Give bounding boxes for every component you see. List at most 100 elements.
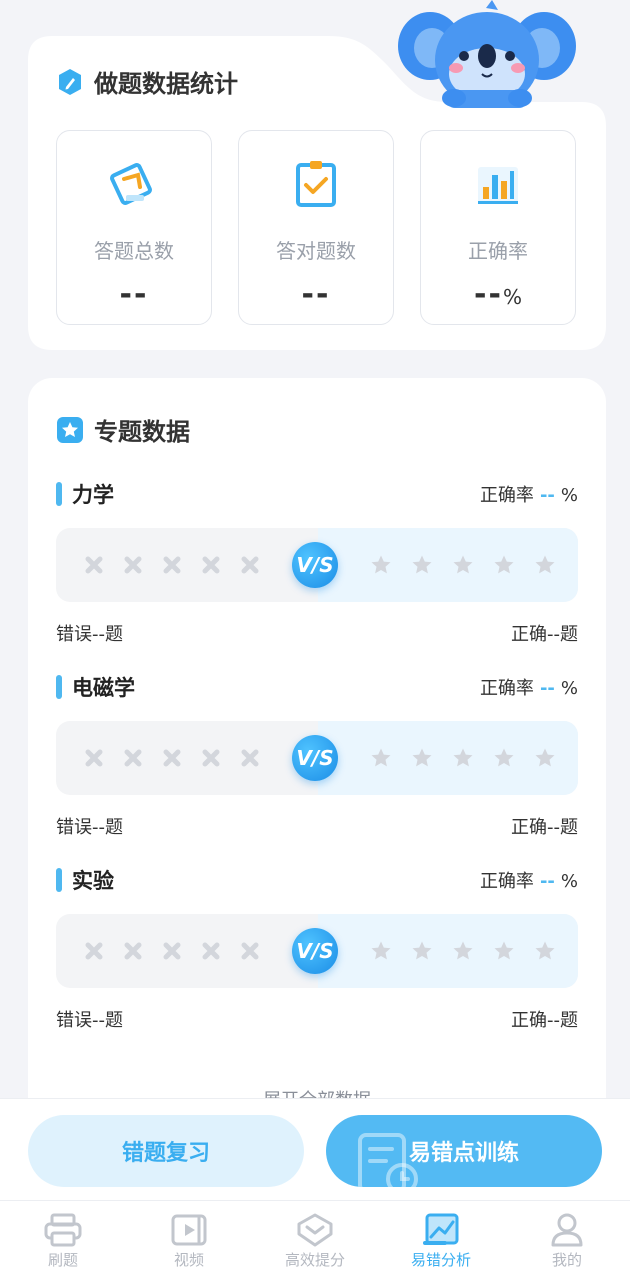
nav-item-error-analysis[interactable]: 易错分析	[378, 1201, 504, 1280]
star-icon	[453, 748, 473, 767]
bar-chart-icon	[478, 167, 518, 204]
nav-item-practice[interactable]: 刷题	[0, 1201, 126, 1280]
nav-label: 我的	[551, 1251, 582, 1269]
error-prone-training-label: 易错点训练	[408, 1141, 519, 1166]
star-icon	[494, 748, 514, 767]
cross-icon	[124, 942, 142, 960]
star-icon	[371, 748, 391, 767]
nav-item-video[interactable]: 视频	[126, 1201, 252, 1280]
topic-item[interactable]: 电磁学 正确率 --% V/S 错误--题 正确--题	[56, 671, 578, 839]
stat-label: 答对题数	[276, 239, 356, 263]
star-icon	[535, 748, 555, 767]
topic-item[interactable]: 力学 正确率 --% V/S 错误--题 正确--题	[56, 478, 578, 646]
error-prone-training-button[interactable]: 易错点训练	[326, 1115, 602, 1187]
cross-icon	[241, 556, 259, 574]
star-icon	[412, 941, 432, 960]
stat-total-answered[interactable]: 答题总数 --	[56, 130, 212, 325]
cross-icon	[241, 942, 259, 960]
topic-name: 电磁学	[56, 672, 135, 702]
wrong-marks	[84, 528, 260, 602]
topic-name-text: 力学	[72, 483, 114, 507]
nav-label: 高效提分	[284, 1251, 345, 1269]
video-icon	[171, 1214, 207, 1246]
chart-icon	[423, 1213, 459, 1245]
nav-label: 视频	[173, 1251, 204, 1269]
topic-accuracy: 正确率 --%	[479, 678, 578, 699]
star-icon	[371, 941, 391, 960]
topic-vs-track: V/S	[56, 721, 578, 795]
topic-foot: 错误--题 正确--题	[56, 813, 578, 839]
topic-accent-bar	[56, 482, 62, 506]
topic-accuracy: 正确率 --%	[479, 485, 578, 506]
topic-name-text: 实验	[72, 869, 114, 893]
star-icon	[371, 555, 391, 574]
topic-name: 力学	[56, 479, 114, 509]
star-icon	[535, 941, 555, 960]
topic-header: 专题数据	[56, 412, 190, 447]
right-count: 正确--题	[511, 624, 578, 645]
wrong-count: 错误--题	[56, 1010, 123, 1031]
star-icon	[412, 748, 432, 767]
topic-vs-track: V/S	[56, 528, 578, 602]
cross-icon	[163, 556, 181, 574]
wrong-count: 错误--题	[56, 817, 123, 838]
topic-item[interactable]: 实验 正确率 --% V/S 错误--题 正确--题	[56, 864, 578, 1032]
nav-item-boost[interactable]: 高效提分	[252, 1201, 378, 1280]
topic-head: 电磁学 正确率 --%	[56, 671, 578, 703]
cross-icon	[163, 749, 181, 767]
koala-mascot-icon	[398, 0, 576, 108]
cross-icon	[202, 749, 220, 767]
nav-label: 易错分析	[410, 1251, 471, 1269]
topic-head: 实验 正确率 --%	[56, 864, 578, 896]
stat-correct-count[interactable]: 答对题数 --	[238, 130, 394, 325]
cross-icon	[85, 942, 103, 960]
stats-title: 做题数据统计	[94, 70, 238, 98]
topic-foot: 错误--题 正确--题	[56, 1006, 578, 1032]
cross-icon	[124, 749, 142, 767]
cross-icon	[202, 942, 220, 960]
wrong-count: 错误--题	[56, 624, 123, 645]
topic-accuracy: 正确率 --%	[479, 871, 578, 892]
stats-header: 做题数据统计	[56, 64, 238, 99]
stat-value: --	[119, 277, 149, 312]
pencil-square-icon	[110, 163, 152, 205]
topic-head: 力学 正确率 --%	[56, 478, 578, 510]
vs-badge: V/S	[292, 928, 338, 974]
star-icon	[453, 555, 473, 574]
cross-icon	[241, 749, 259, 767]
right-count: 正确--题	[511, 817, 578, 838]
stat-label: 答题总数	[94, 239, 174, 263]
star-icon	[494, 555, 514, 574]
clipboard-check-icon	[296, 161, 336, 207]
star-icon	[453, 941, 473, 960]
star-icon	[494, 941, 514, 960]
vs-badge: V/S	[292, 735, 338, 781]
cross-icon	[202, 556, 220, 574]
star-icon	[535, 555, 555, 574]
printer-icon	[44, 1213, 82, 1247]
wrong-marks	[84, 721, 260, 795]
stat-label: 正确率	[468, 239, 528, 263]
topic-foot: 错误--题 正确--题	[56, 620, 578, 646]
topic-accent-bar	[56, 868, 62, 892]
cross-icon	[124, 556, 142, 574]
pen-badge-icon	[59, 68, 81, 95]
right-marks	[370, 721, 556, 795]
wrong-marks	[84, 914, 260, 988]
wrong-question-review-button[interactable]: 错题复习	[28, 1115, 304, 1187]
chevron-badge-icon	[297, 1213, 333, 1247]
topic-accent-bar	[56, 675, 62, 699]
topic-vs-track: V/S	[56, 914, 578, 988]
nav-item-profile[interactable]: 我的	[504, 1201, 630, 1280]
user-icon	[551, 1213, 583, 1247]
stat-boxes: 答题总数 -- 答对题数 -- 正确率 --%	[56, 130, 576, 325]
action-bar: 错题复习 易错点训练	[0, 1098, 630, 1200]
cross-icon	[85, 556, 103, 574]
cross-icon	[85, 749, 103, 767]
vs-badge: V/S	[292, 542, 338, 588]
right-marks	[370, 528, 556, 602]
right-count: 正确--题	[511, 1010, 578, 1031]
topic-card: 专题数据 力学 正确率 --% V/S 错误--题 正确--题 电磁学 正确率 …	[28, 378, 606, 1138]
stat-accuracy[interactable]: 正确率 --%	[420, 130, 576, 325]
right-marks	[370, 914, 556, 988]
